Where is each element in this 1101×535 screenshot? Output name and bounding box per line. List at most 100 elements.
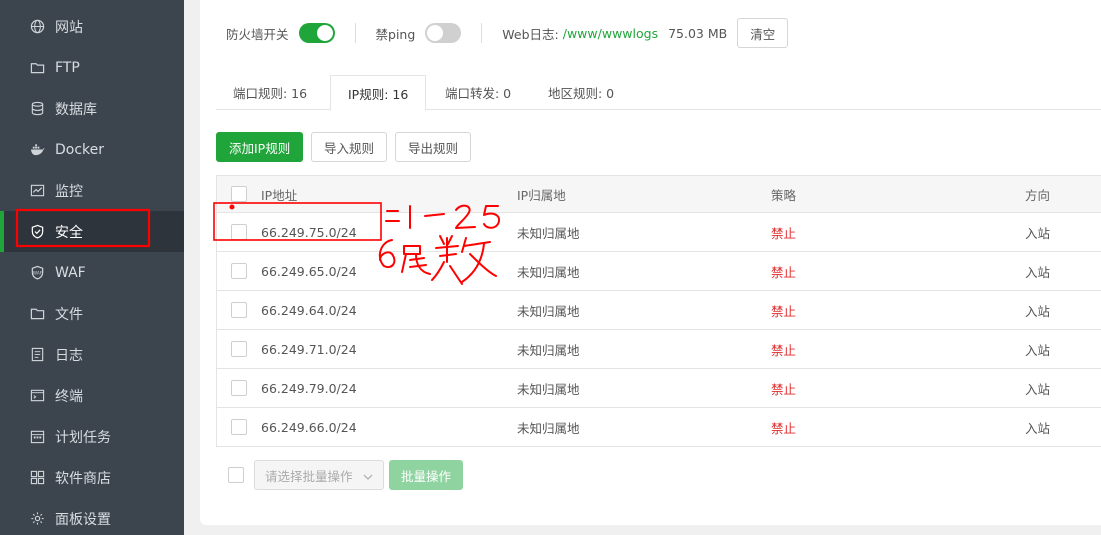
row-checkbox[interactable] (231, 380, 247, 396)
select-all-checkbox[interactable] (231, 186, 247, 202)
policy-cell[interactable]: 禁止 (771, 223, 1025, 242)
rule-tabs: 端口规则: 16 IP规则: 16 端口转发: 0 地区规则: 0 (216, 75, 1101, 111)
export-rules-button[interactable]: 导出规则 (395, 132, 472, 162)
sidebar-item-label: WAF (55, 264, 86, 281)
table-row: 66.249.66.0/24 未知归属地 禁止 入站 (217, 408, 1101, 447)
tab-region-rules[interactable]: 地区规则: 0 (531, 75, 631, 110)
table-row: 66.249.64.0/24 未知归属地 禁止 入站 (217, 291, 1101, 330)
direction-cell: 入站 (1025, 303, 1051, 319)
sidebar-item-terminal[interactable]: 终端 (0, 375, 184, 416)
batch-operation-button[interactable]: 批量操作 (389, 460, 464, 490)
sidebar-item-database[interactable]: 数据库 (0, 88, 184, 129)
apps-icon (29, 470, 45, 486)
weblog-size: 75.03 MB (668, 25, 728, 41)
location-cell: 未知归属地 (517, 342, 580, 358)
ip-cell: 66.249.65.0/24 (261, 263, 357, 279)
sidebar-item-store[interactable]: 软件商店 (0, 457, 184, 498)
docker-icon (29, 142, 45, 158)
batch-operation-select[interactable]: 请选择批量操作 (254, 460, 384, 490)
location-cell: 未知归属地 (517, 225, 580, 241)
row-checkbox[interactable] (231, 419, 247, 435)
weblog-path-link[interactable]: /www/wwwlogs (563, 26, 658, 41)
sidebar-item-label: 计划任务 (55, 429, 111, 446)
tab-ip-rules[interactable]: IP规则: 16 (330, 75, 427, 111)
sidebar: 网站 FTP 数据库 Docker 监控 安全 WAF WAF 文件 日志 终端… (0, 0, 184, 535)
table-row: 66.249.65.0/24 未知归属地 禁止 入站 (217, 252, 1101, 291)
import-rules-button[interactable]: 导入规则 (311, 132, 388, 162)
tab-port-forward[interactable]: 端口转发: 0 (428, 75, 528, 110)
ip-cell: 66.249.79.0/24 (261, 380, 357, 396)
sidebar-item-label: 终端 (55, 388, 83, 405)
row-checkbox[interactable] (231, 341, 247, 357)
policy-cell[interactable]: 禁止 (771, 379, 1025, 398)
table-header: IP地址 IP归属地 策略 方向 (217, 176, 1101, 213)
location-cell: 未知归属地 (517, 381, 580, 397)
sidebar-item-label: 安全 (55, 224, 83, 241)
terminal-icon (29, 388, 45, 404)
calendar-icon (29, 429, 45, 445)
direction-cell: 入站 (1025, 225, 1051, 241)
direction-cell: 入站 (1025, 420, 1051, 436)
sidebar-item-label: Docker (55, 141, 105, 158)
row-checkbox[interactable] (231, 302, 247, 318)
globe-icon (29, 19, 45, 35)
sidebar-item-monitor[interactable]: 监控 (0, 170, 184, 211)
direction-cell: 入站 (1025, 381, 1051, 397)
table-row: 66.249.75.0/24 未知归属地 禁止 入站 (217, 213, 1101, 252)
batch-select-checkbox[interactable] (228, 467, 244, 483)
direction-cell: 入站 (1025, 264, 1051, 280)
sidebar-item-logs[interactable]: 日志 (0, 334, 184, 375)
weblog-label: Web日志: (502, 26, 559, 42)
row-checkbox[interactable] (231, 263, 247, 279)
policy-cell[interactable]: 禁止 (771, 340, 1025, 359)
sidebar-item-label: 文件 (55, 306, 83, 323)
header-policy: 策略 (771, 187, 797, 203)
firewall-label: 防火墙开关 (226, 26, 289, 42)
row-checkbox[interactable] (231, 224, 247, 240)
ip-rules-table: IP地址 IP归属地 策略 方向 66.249.75.0/24 未知归属地 禁止… (216, 175, 1101, 447)
shield-icon (29, 224, 45, 240)
firewall-toggle[interactable] (298, 23, 335, 43)
direction-cell: 入站 (1025, 342, 1051, 358)
svg-text:WAF: WAF (32, 270, 42, 275)
policy-cell[interactable]: 禁止 (771, 301, 1025, 320)
ip-cell: 66.249.75.0/24 (261, 224, 357, 240)
ftp-icon (29, 60, 45, 76)
add-ip-rule-button[interactable]: 添加IP规则 (216, 132, 304, 162)
location-cell: 未知归属地 (517, 420, 580, 436)
ping-label: 禁ping (375, 26, 416, 42)
waf-icon: WAF (29, 265, 45, 281)
sidebar-item-ftp[interactable]: FTP (0, 47, 184, 88)
ping-toggle[interactable] (425, 23, 462, 43)
divider (354, 23, 356, 43)
table-row: 66.249.79.0/24 未知归属地 禁止 入站 (217, 369, 1101, 408)
policy-cell[interactable]: 禁止 (771, 418, 1025, 437)
sidebar-item-security[interactable]: 安全 (0, 211, 184, 252)
tab-port-rules[interactable]: 端口规则: 16 (216, 75, 324, 110)
divider (481, 23, 483, 43)
firewall-toolbar: 防火墙开关 禁ping Web日志: /www/wwwlogs 75.03 MB… (226, 18, 789, 48)
sidebar-item-label: FTP (55, 59, 80, 76)
sidebar-item-settings[interactable]: 面板设置 (0, 498, 184, 535)
policy-cell[interactable]: 禁止 (771, 262, 1025, 281)
location-cell: 未知归属地 (517, 264, 580, 280)
batch-select-placeholder: 请选择批量操作 (265, 468, 353, 484)
database-icon (29, 101, 45, 117)
sidebar-item-website[interactable]: 网站 (0, 6, 184, 47)
clear-log-button[interactable]: 清空 (737, 18, 789, 48)
monitor-icon (29, 183, 45, 199)
ip-cell: 66.249.71.0/24 (261, 341, 357, 357)
main-panel: 防火墙开关 禁ping Web日志: /www/wwwlogs 75.03 MB… (200, 0, 1101, 525)
sidebar-item-files[interactable]: 文件 (0, 293, 184, 334)
sidebar-item-label: 面板设置 (55, 511, 111, 528)
sidebar-item-waf[interactable]: WAF WAF (0, 252, 184, 293)
sidebar-item-cron[interactable]: 计划任务 (0, 416, 184, 457)
sidebar-item-label: 日志 (55, 347, 83, 364)
sidebar-item-label: 监控 (55, 183, 83, 200)
sidebar-item-docker[interactable]: Docker (0, 129, 184, 170)
log-icon (29, 347, 45, 363)
header-location: IP归属地 (517, 187, 566, 203)
ip-cell: 66.249.64.0/24 (261, 302, 357, 318)
sidebar-item-label: 软件商店 (55, 470, 111, 487)
folder-icon (29, 306, 45, 322)
